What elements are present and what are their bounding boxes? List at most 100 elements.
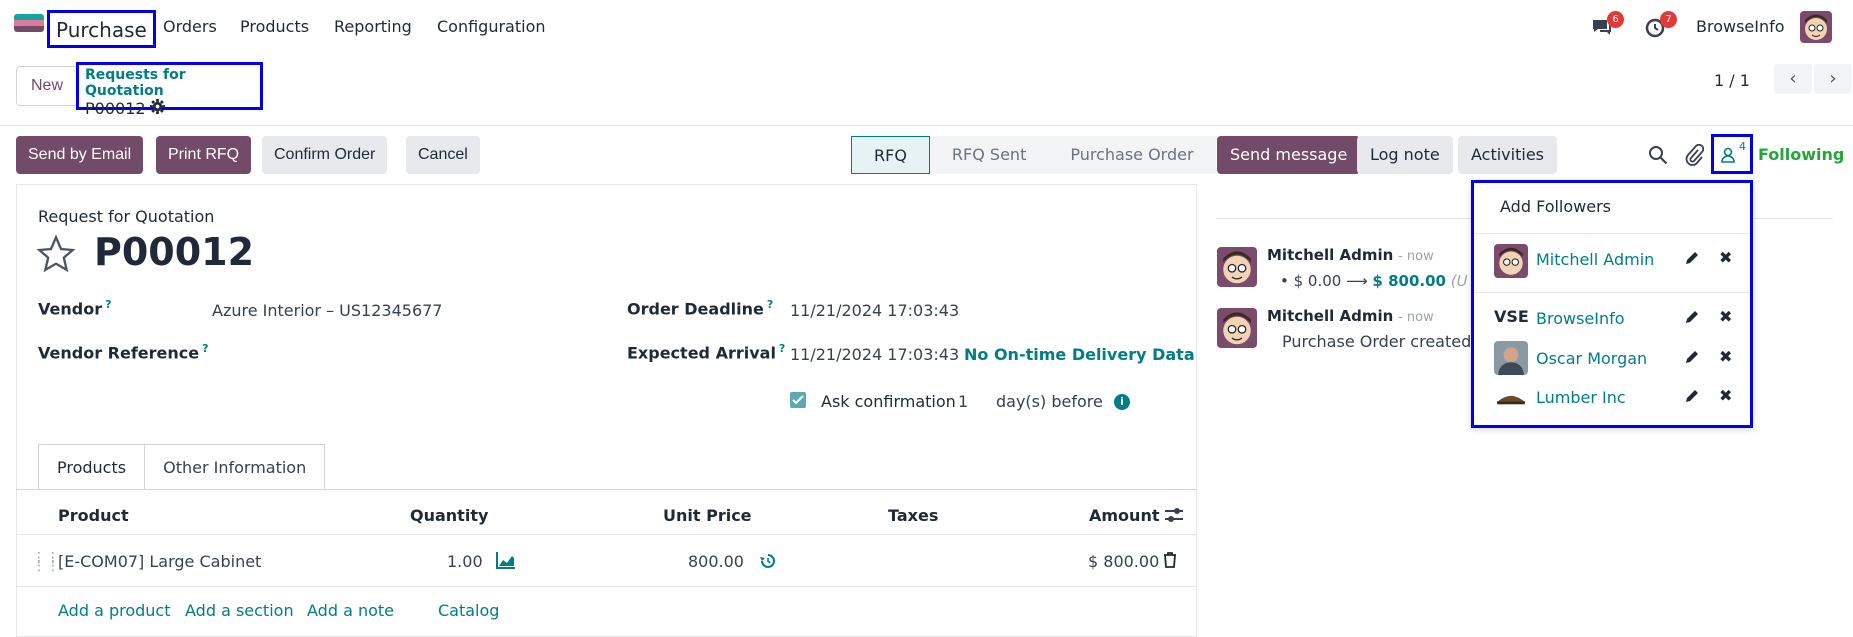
pager-value[interactable]: 1 / 1 [1714,71,1750,90]
pager-next-button[interactable]: › [1814,64,1852,94]
stage-rfq[interactable]: RFQ [851,136,930,174]
message-header: Mitchell Admin - now [1267,307,1434,325]
ask-confirmation-suffix: day(s) before [996,392,1103,411]
search-icon[interactable] [1648,145,1668,169]
breadcrumb: Requests for Quotation P00012 [76,62,263,118]
breadcrumb-parent[interactable]: Requests for Quotation [85,67,254,99]
expected-arrival-label: Expected Arrival? [627,342,786,363]
pencil-icon[interactable] [1684,388,1700,404]
user-avatar[interactable] [1800,11,1832,43]
star-icon[interactable] [36,234,76,278]
close-icon[interactable]: ✖ [1719,386,1732,405]
tab-products[interactable]: Products [38,444,146,490]
follower-row[interactable]: Mitchell Admin ✖ [1474,242,1750,278]
confirm-order-button[interactable]: Confirm Order [262,136,388,174]
stage-purchase-order[interactable]: Purchase Order [1048,136,1216,174]
col-taxes[interactable]: Taxes [888,506,938,525]
following-button[interactable]: Following [1758,145,1844,164]
popup-divider [1474,233,1750,234]
chevron-left-icon: ‹ [1789,68,1797,89]
followers-count: 4 [1739,140,1746,153]
follower-name[interactable]: Oscar Morgan [1536,349,1647,368]
row-divider [16,586,1197,587]
close-icon[interactable]: ✖ [1719,248,1732,267]
tabs-divider [16,489,1197,490]
add-product-link[interactable]: Add a product [58,601,171,620]
status-bar: RFQ RFQ Sent Purchase Order [851,136,1216,174]
add-section-link[interactable]: Add a section [185,601,294,620]
follower-name[interactable]: BrowseInfo [1536,309,1625,328]
column-settings-icon[interactable] [1165,507,1183,527]
pencil-icon[interactable] [1684,309,1700,325]
pencil-icon[interactable] [1684,250,1700,266]
followers-dropdown: Add Followers Mitchell Admin ✖ VSE Brows… [1471,180,1753,428]
ask-confirmation-days[interactable]: 1 [958,392,968,411]
cell-unit-price[interactable]: 800.00 [688,552,744,571]
pencil-icon[interactable] [1684,349,1700,365]
cell-quantity[interactable]: 1.00 [447,552,483,571]
breadcrumb-current: P00012 [85,99,146,118]
follower-row[interactable]: VSE BrowseInfo ✖ [1474,301,1750,337]
top-navbar: Purchase Orders Products Reporting Confi… [0,0,1853,56]
delivery-data-badge: No On-time Delivery Data [964,345,1195,364]
message-header: Mitchell Admin - now [1267,246,1434,264]
follower-avatar [1494,244,1528,278]
tab-other-information[interactable]: Other Information [145,444,326,490]
messaging-icon[interactable]: 6 [1590,11,1624,39]
close-icon[interactable]: ✖ [1719,307,1732,326]
ask-confirmation-checkbox[interactable] [790,392,806,408]
send-by-email-button[interactable]: Send by Email [16,136,144,174]
gear-icon[interactable] [149,99,165,118]
expected-arrival-field[interactable]: 11/21/2024 17:03:43 [790,345,959,364]
record-name: P00012 [94,230,255,274]
notebook-tabs: Products Other Information [22,444,326,490]
catalog-link[interactable]: Catalog [438,601,499,620]
order-deadline-label: Order Deadline? [627,298,774,319]
add-note-link[interactable]: Add a note [307,601,394,620]
follower-name[interactable]: Mitchell Admin [1536,250,1654,269]
print-rfq-button[interactable]: Print RFQ [156,136,252,174]
vendor-reference-label: Vendor Reference? [38,342,209,363]
user-name[interactable]: BrowseInfo [1696,17,1785,36]
menu-products[interactable]: Products [240,17,309,36]
header-divider [16,534,1197,535]
price-history-icon[interactable] [759,552,777,574]
menu-configuration[interactable]: Configuration [437,17,546,36]
menu-orders[interactable]: Orders [163,17,217,36]
app-logo-icon[interactable] [14,14,44,38]
follower-row[interactable]: Lumber Inc ✖ [1474,380,1750,416]
col-unit-price[interactable]: Unit Price [663,506,752,525]
stage-rfq-sent[interactable]: RFQ Sent [929,136,1049,174]
log-note-button[interactable]: Log note [1357,136,1453,174]
col-amount[interactable]: Amount [1089,506,1159,525]
send-message-button[interactable]: Send message [1217,136,1361,174]
info-icon[interactable]: i [1114,394,1130,410]
cell-amount: $ 800.00 [1088,552,1160,571]
menu-reporting[interactable]: Reporting [334,17,412,36]
col-product[interactable]: Product [58,506,129,525]
follower-row[interactable]: Oscar Morgan ✖ [1474,341,1750,377]
message-avatar[interactable] [1217,308,1257,348]
order-deadline-field[interactable]: 11/21/2024 17:03:43 [790,301,959,320]
paperclip-icon[interactable] [1684,143,1705,170]
chevron-right-icon: › [1829,68,1837,89]
cancel-button[interactable]: Cancel [406,136,480,174]
drag-handle-icon[interactable]: ⋮⋮ ⋮⋮ [32,551,60,573]
message-avatar[interactable] [1217,247,1257,287]
pager-previous-button[interactable]: ‹ [1774,64,1812,94]
cell-product[interactable]: [E-COM07] Large Cabinet [58,552,261,571]
close-icon[interactable]: ✖ [1719,347,1732,366]
document-type: Request for Quotation [38,207,215,226]
add-followers-button[interactable]: Add Followers [1500,197,1611,216]
new-button[interactable]: New [16,66,78,106]
activities-button[interactable]: Activities [1458,136,1557,174]
follower-name[interactable]: Lumber Inc [1536,388,1626,407]
app-name[interactable]: Purchase [47,10,156,48]
followers-button[interactable]: 4 [1711,134,1753,174]
activity-clock-icon[interactable]: 7 [1643,11,1677,39]
col-quantity[interactable]: Quantity [410,506,488,525]
trash-icon[interactable] [1163,552,1177,572]
message-body: Purchase Order created [1282,332,1472,351]
forecast-chart-icon[interactable] [496,551,516,573]
vendor-field[interactable]: Azure Interior – US12345677 [212,301,442,320]
